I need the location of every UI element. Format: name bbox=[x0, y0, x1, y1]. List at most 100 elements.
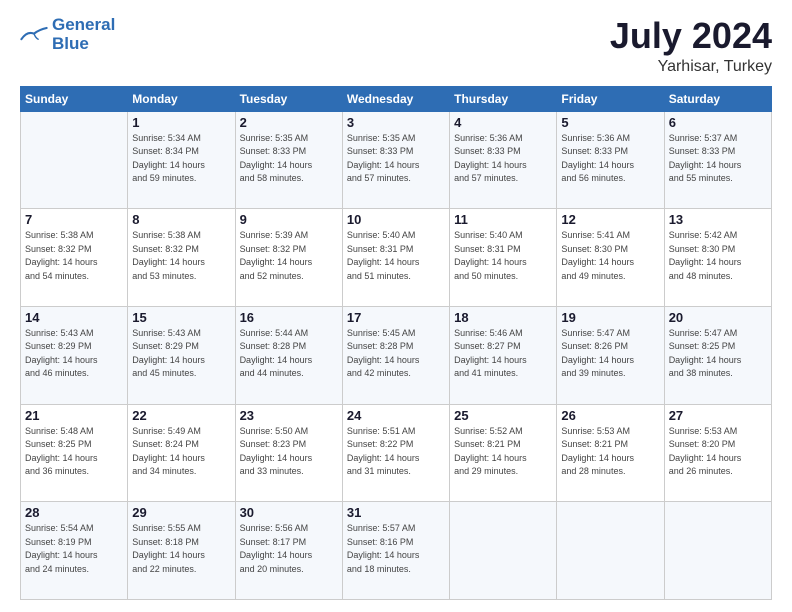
calendar-cell: 3 Sunrise: 5:35 AMSunset: 8:33 PMDaylight… bbox=[342, 111, 449, 209]
day-info: Sunrise: 5:39 AMSunset: 8:32 PMDaylight:… bbox=[240, 229, 338, 283]
day-number: 10 bbox=[347, 212, 445, 227]
calendar-cell bbox=[450, 502, 557, 600]
calendar-header-friday: Friday bbox=[557, 86, 664, 111]
day-number: 21 bbox=[25, 408, 123, 423]
day-info: Sunrise: 5:53 AMSunset: 8:21 PMDaylight:… bbox=[561, 425, 659, 479]
day-info: Sunrise: 5:42 AMSunset: 8:30 PMDaylight:… bbox=[669, 229, 767, 283]
calendar-cell: 21 Sunrise: 5:48 AMSunset: 8:25 PMDayligh… bbox=[21, 404, 128, 502]
day-number: 17 bbox=[347, 310, 445, 325]
calendar-cell: 17 Sunrise: 5:45 AMSunset: 8:28 PMDayligh… bbox=[342, 306, 449, 404]
calendar-header-monday: Monday bbox=[128, 86, 235, 111]
calendar-cell: 29 Sunrise: 5:55 AMSunset: 8:18 PMDayligh… bbox=[128, 502, 235, 600]
day-info: Sunrise: 5:52 AMSunset: 8:21 PMDaylight:… bbox=[454, 425, 552, 479]
calendar-week-4: 21 Sunrise: 5:48 AMSunset: 8:25 PMDayligh… bbox=[21, 404, 772, 502]
day-info: Sunrise: 5:37 AMSunset: 8:33 PMDaylight:… bbox=[669, 132, 767, 186]
day-info: Sunrise: 5:45 AMSunset: 8:28 PMDaylight:… bbox=[347, 327, 445, 381]
day-info: Sunrise: 5:56 AMSunset: 8:17 PMDaylight:… bbox=[240, 522, 338, 576]
day-info: Sunrise: 5:46 AMSunset: 8:27 PMDaylight:… bbox=[454, 327, 552, 381]
day-info: Sunrise: 5:36 AMSunset: 8:33 PMDaylight:… bbox=[454, 132, 552, 186]
day-info: Sunrise: 5:34 AMSunset: 8:34 PMDaylight:… bbox=[132, 132, 230, 186]
calendar-header-sunday: Sunday bbox=[21, 86, 128, 111]
day-number: 8 bbox=[132, 212, 230, 227]
calendar-cell: 9 Sunrise: 5:39 AMSunset: 8:32 PMDaylight… bbox=[235, 209, 342, 307]
calendar-cell bbox=[664, 502, 771, 600]
day-info: Sunrise: 5:44 AMSunset: 8:28 PMDaylight:… bbox=[240, 327, 338, 381]
day-info: Sunrise: 5:55 AMSunset: 8:18 PMDaylight:… bbox=[132, 522, 230, 576]
day-number: 23 bbox=[240, 408, 338, 423]
calendar-cell bbox=[21, 111, 128, 209]
day-number: 16 bbox=[240, 310, 338, 325]
day-info: Sunrise: 5:47 AMSunset: 8:26 PMDaylight:… bbox=[561, 327, 659, 381]
day-number: 20 bbox=[669, 310, 767, 325]
calendar-cell: 13 Sunrise: 5:42 AMSunset: 8:30 PMDayligh… bbox=[664, 209, 771, 307]
day-info: Sunrise: 5:51 AMSunset: 8:22 PMDaylight:… bbox=[347, 425, 445, 479]
day-number: 15 bbox=[132, 310, 230, 325]
day-number: 3 bbox=[347, 115, 445, 130]
calendar-cell: 6Sunrise: 5:37 AMSunset: 8:33 PMDaylight… bbox=[664, 111, 771, 209]
logo: General Blue bbox=[20, 16, 115, 53]
calendar-week-3: 14 Sunrise: 5:43 AMSunset: 8:29 PMDayligh… bbox=[21, 306, 772, 404]
calendar-cell: 15 Sunrise: 5:43 AMSunset: 8:29 PMDayligh… bbox=[128, 306, 235, 404]
calendar-cell: 1 Sunrise: 5:34 AMSunset: 8:34 PMDaylight… bbox=[128, 111, 235, 209]
day-number: 14 bbox=[25, 310, 123, 325]
calendar-cell: 5Sunrise: 5:36 AMSunset: 8:33 PMDaylight… bbox=[557, 111, 664, 209]
day-number: 12 bbox=[561, 212, 659, 227]
day-info: Sunrise: 5:48 AMSunset: 8:25 PMDaylight:… bbox=[25, 425, 123, 479]
day-number: 19 bbox=[561, 310, 659, 325]
calendar-cell: 14Sunrise: 5:43 AMSunset: 8:29 PMDayligh… bbox=[21, 306, 128, 404]
day-info: Sunrise: 5:53 AMSunset: 8:20 PMDaylight:… bbox=[669, 425, 767, 479]
calendar-cell: 18 Sunrise: 5:46 AMSunset: 8:27 PMDayligh… bbox=[450, 306, 557, 404]
day-info: Sunrise: 5:36 AMSunset: 8:33 PMDaylight:… bbox=[561, 132, 659, 186]
day-number: 13 bbox=[669, 212, 767, 227]
day-number: 31 bbox=[347, 505, 445, 520]
day-number: 25 bbox=[454, 408, 552, 423]
page: General Blue July 2024 Yarhisar, Turkey … bbox=[0, 0, 792, 612]
day-info: Sunrise: 5:38 AMSunset: 8:32 PMDaylight:… bbox=[132, 229, 230, 283]
calendar-cell: 16 Sunrise: 5:44 AMSunset: 8:28 PMDayligh… bbox=[235, 306, 342, 404]
calendar-cell: 7 Sunrise: 5:38 AMSunset: 8:32 PMDaylight… bbox=[21, 209, 128, 307]
day-number: 29 bbox=[132, 505, 230, 520]
calendar-cell: 11 Sunrise: 5:40 AMSunset: 8:31 PMDayligh… bbox=[450, 209, 557, 307]
day-number: 9 bbox=[240, 212, 338, 227]
day-number: 11 bbox=[454, 212, 552, 227]
calendar-week-2: 7 Sunrise: 5:38 AMSunset: 8:32 PMDaylight… bbox=[21, 209, 772, 307]
day-number: 30 bbox=[240, 505, 338, 520]
calendar-cell: 12Sunrise: 5:41 AMSunset: 8:30 PMDayligh… bbox=[557, 209, 664, 307]
day-info: Sunrise: 5:49 AMSunset: 8:24 PMDaylight:… bbox=[132, 425, 230, 479]
calendar-cell bbox=[557, 502, 664, 600]
title-area: July 2024 Yarhisar, Turkey bbox=[610, 16, 772, 76]
calendar-cell: 26Sunrise: 5:53 AMSunset: 8:21 PMDayligh… bbox=[557, 404, 664, 502]
day-info: Sunrise: 5:50 AMSunset: 8:23 PMDaylight:… bbox=[240, 425, 338, 479]
calendar-cell: 2 Sunrise: 5:35 AMSunset: 8:33 PMDaylight… bbox=[235, 111, 342, 209]
day-number: 27 bbox=[669, 408, 767, 423]
calendar-cell: 23 Sunrise: 5:50 AMSunset: 8:23 PMDayligh… bbox=[235, 404, 342, 502]
day-info: Sunrise: 5:57 AMSunset: 8:16 PMDaylight:… bbox=[347, 522, 445, 576]
logo-icon bbox=[20, 25, 48, 45]
day-info: Sunrise: 5:43 AMSunset: 8:29 PMDaylight:… bbox=[132, 327, 230, 381]
calendar-week-5: 28Sunrise: 5:54 AMSunset: 8:19 PMDayligh… bbox=[21, 502, 772, 600]
month-title: July 2024 bbox=[610, 16, 772, 56]
day-number: 2 bbox=[240, 115, 338, 130]
calendar-cell: 8 Sunrise: 5:38 AMSunset: 8:32 PMDaylight… bbox=[128, 209, 235, 307]
header: General Blue July 2024 Yarhisar, Turkey bbox=[20, 16, 772, 76]
day-number: 7 bbox=[25, 212, 123, 227]
location-title: Yarhisar, Turkey bbox=[610, 58, 772, 76]
day-info: Sunrise: 5:40 AMSunset: 8:31 PMDaylight:… bbox=[454, 229, 552, 283]
day-info: Sunrise: 5:38 AMSunset: 8:32 PMDaylight:… bbox=[25, 229, 123, 283]
calendar-cell: 22Sunrise: 5:49 AMSunset: 8:24 PMDayligh… bbox=[128, 404, 235, 502]
day-number: 1 bbox=[132, 115, 230, 130]
calendar-header-tuesday: Tuesday bbox=[235, 86, 342, 111]
day-number: 18 bbox=[454, 310, 552, 325]
day-info: Sunrise: 5:47 AMSunset: 8:25 PMDaylight:… bbox=[669, 327, 767, 381]
day-info: Sunrise: 5:35 AMSunset: 8:33 PMDaylight:… bbox=[347, 132, 445, 186]
day-info: Sunrise: 5:54 AMSunset: 8:19 PMDaylight:… bbox=[25, 522, 123, 576]
calendar-week-1: 1 Sunrise: 5:34 AMSunset: 8:34 PMDaylight… bbox=[21, 111, 772, 209]
calendar-header-row: SundayMondayTuesdayWednesdayThursdayFrid… bbox=[21, 86, 772, 111]
calendar-cell: 27 Sunrise: 5:53 AMSunset: 8:20 PMDayligh… bbox=[664, 404, 771, 502]
calendar-header-thursday: Thursday bbox=[450, 86, 557, 111]
calendar-header-saturday: Saturday bbox=[664, 86, 771, 111]
calendar-cell: 10Sunrise: 5:40 AMSunset: 8:31 PMDayligh… bbox=[342, 209, 449, 307]
logo-blue-text: Blue bbox=[52, 35, 115, 54]
day-info: Sunrise: 5:35 AMSunset: 8:33 PMDaylight:… bbox=[240, 132, 338, 186]
calendar-cell: 31 Sunrise: 5:57 AMSunset: 8:16 PMDayligh… bbox=[342, 502, 449, 600]
